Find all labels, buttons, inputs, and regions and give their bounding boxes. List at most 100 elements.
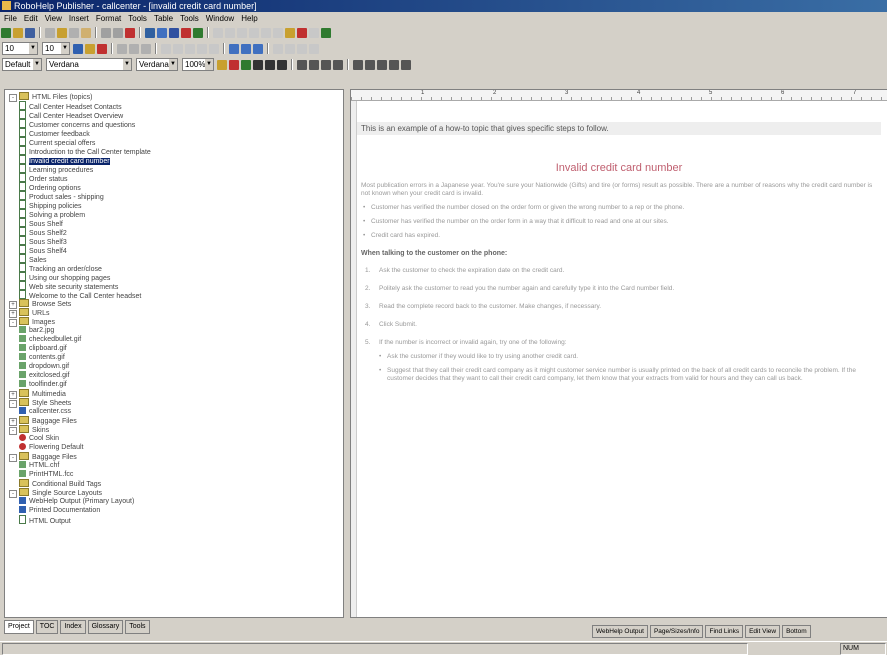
menu-help[interactable]: Help bbox=[241, 14, 257, 23]
bold-icon[interactable] bbox=[253, 59, 263, 70]
redo-icon[interactable] bbox=[113, 27, 123, 38]
view-icon[interactable] bbox=[157, 27, 167, 38]
print-icon[interactable] bbox=[45, 27, 55, 38]
tool-icon[interactable] bbox=[237, 27, 247, 38]
tree-item[interactable]: bar2.jpg bbox=[5, 326, 343, 335]
tool-icon[interactable] bbox=[185, 43, 195, 54]
compile-icon[interactable] bbox=[145, 27, 155, 38]
tool-icon[interactable] bbox=[253, 43, 263, 54]
tool-icon[interactable] bbox=[321, 27, 331, 38]
justify-icon[interactable] bbox=[333, 59, 343, 70]
tree-item[interactable]: Customer feedback bbox=[5, 128, 343, 138]
ruler[interactable]: 1 2 3 4 5 6 7 bbox=[351, 90, 887, 101]
style-combo[interactable]: 10 ▼ bbox=[2, 42, 38, 55]
percent-combo[interactable]: 100% ▼ bbox=[182, 58, 214, 71]
tree-item[interactable]: Web site security statements bbox=[5, 281, 343, 291]
tool-icon[interactable] bbox=[261, 27, 271, 38]
tree-item[interactable]: Call Center Headset Contacts bbox=[5, 101, 343, 111]
tree-item[interactable]: checkedbullet.gif bbox=[5, 335, 343, 344]
tool-icon[interactable] bbox=[309, 43, 319, 54]
editor-tab[interactable]: Bottom bbox=[782, 625, 811, 638]
menu-edit[interactable]: Edit bbox=[24, 14, 38, 23]
menu-window[interactable]: Window bbox=[206, 14, 234, 23]
tree-item[interactable]: - HTML Files (topics) bbox=[5, 92, 343, 102]
save-icon[interactable] bbox=[25, 27, 35, 38]
tab-toc[interactable]: TOC bbox=[35, 620, 59, 634]
tree-item[interactable]: Call Center Headset Overview bbox=[5, 110, 343, 120]
tree-item[interactable]: Sous Shelf2 bbox=[5, 227, 343, 237]
tree-item[interactable]: Solving a problem bbox=[5, 209, 343, 219]
tool-icon[interactable] bbox=[285, 43, 295, 54]
size-combo[interactable]: 10 ▼ bbox=[42, 42, 70, 55]
font2-combo[interactable]: Verdana ▼ bbox=[136, 58, 178, 71]
paste-icon[interactable] bbox=[81, 27, 91, 38]
tree-item[interactable]: Sales bbox=[5, 254, 343, 264]
tool-icon[interactable] bbox=[161, 43, 171, 54]
tree-item[interactable]: + Baggage Files bbox=[5, 416, 343, 426]
editor-tab[interactable]: WebHelp Output bbox=[592, 625, 648, 638]
tree-item[interactable]: contents.gif bbox=[5, 353, 343, 362]
document-body[interactable]: This is an example of a how-to topic tha… bbox=[357, 102, 881, 383]
border-icon[interactable] bbox=[129, 43, 139, 54]
tree-item[interactable]: Sous Shelf4 bbox=[5, 245, 343, 255]
pane-splitter[interactable] bbox=[344, 89, 348, 634]
highlight-icon[interactable] bbox=[85, 43, 95, 54]
tool-icon[interactable] bbox=[217, 59, 227, 70]
new-project-icon[interactable] bbox=[1, 27, 11, 38]
undo-icon[interactable] bbox=[101, 27, 111, 38]
numbered-list-icon[interactable] bbox=[353, 59, 363, 70]
tree-item[interactable]: Sous Shelf3 bbox=[5, 236, 343, 246]
tree-item[interactable]: Ordering options bbox=[5, 182, 343, 192]
tool-icon[interactable] bbox=[209, 43, 219, 54]
copy-icon[interactable] bbox=[69, 27, 79, 38]
tool-icon[interactable] bbox=[229, 43, 239, 54]
menu-format[interactable]: Format bbox=[96, 14, 121, 23]
tool-icon[interactable] bbox=[273, 27, 283, 38]
tool-icon[interactable] bbox=[241, 43, 251, 54]
tool-icon[interactable] bbox=[297, 43, 307, 54]
tree-item[interactable]: Customer concerns and questions bbox=[5, 119, 343, 129]
tree-item[interactable]: - Baggage Files bbox=[5, 452, 343, 462]
stop-icon[interactable] bbox=[181, 27, 191, 38]
tab-tools[interactable]: Tools bbox=[125, 620, 150, 634]
delete-icon[interactable] bbox=[125, 27, 135, 38]
tree-item[interactable]: Conditional Build Tags bbox=[5, 479, 343, 488]
tool-icon[interactable] bbox=[273, 43, 283, 54]
tree-item[interactable]: Tracking an order/close bbox=[5, 263, 343, 273]
generate-icon[interactable] bbox=[169, 27, 179, 38]
tree-item[interactable]: Printed Documentation bbox=[5, 506, 343, 515]
menu-insert[interactable]: Insert bbox=[69, 14, 89, 23]
editor-tab[interactable]: Edit View bbox=[745, 625, 781, 638]
tool-icon[interactable] bbox=[285, 27, 295, 38]
tree-item[interactable]: Invalid credit card number bbox=[5, 155, 343, 165]
tree-item[interactable]: Cool Skin bbox=[5, 434, 343, 443]
menu-view[interactable]: View bbox=[45, 14, 62, 23]
tree-item[interactable]: Welcome to the Call Center headset bbox=[5, 290, 343, 300]
tree-item[interactable]: Product sales - shipping bbox=[5, 191, 343, 201]
menu-tools-2[interactable]: Tools bbox=[180, 14, 199, 23]
tool-icon[interactable] bbox=[229, 59, 239, 70]
tool-icon[interactable] bbox=[309, 27, 319, 38]
tree-item[interactable]: exitclosed.gif bbox=[5, 371, 343, 380]
align-left-icon[interactable] bbox=[297, 59, 307, 70]
tool-icon[interactable] bbox=[225, 27, 235, 38]
tool-icon[interactable] bbox=[401, 59, 411, 70]
tree-item[interactable]: HTML.chf bbox=[5, 461, 343, 470]
tree-item[interactable]: callcenter.css bbox=[5, 407, 343, 416]
tree-item[interactable]: dropdown.gif bbox=[5, 362, 343, 371]
tree-item[interactable]: Introduction to the Call Center template bbox=[5, 146, 343, 156]
font-color-icon[interactable] bbox=[97, 43, 107, 54]
menu-file[interactable]: File bbox=[4, 14, 17, 23]
menu-tools[interactable]: Tools bbox=[128, 14, 147, 23]
tree-item[interactable]: Using our shopping pages bbox=[5, 272, 343, 282]
tree-item[interactable]: clipboard.gif bbox=[5, 344, 343, 353]
editor-tab[interactable]: Find Links bbox=[705, 625, 744, 638]
tree-item[interactable]: Order status bbox=[5, 173, 343, 183]
align-center-icon[interactable] bbox=[309, 59, 319, 70]
tab-project[interactable]: Project bbox=[4, 620, 34, 634]
run-icon[interactable] bbox=[193, 27, 203, 38]
tree-item[interactable]: PrintHTML.fcc bbox=[5, 470, 343, 479]
table-icon[interactable] bbox=[117, 43, 127, 54]
bold-icon[interactable] bbox=[73, 43, 83, 54]
tree-item[interactable]: + Browse Sets bbox=[5, 299, 343, 309]
